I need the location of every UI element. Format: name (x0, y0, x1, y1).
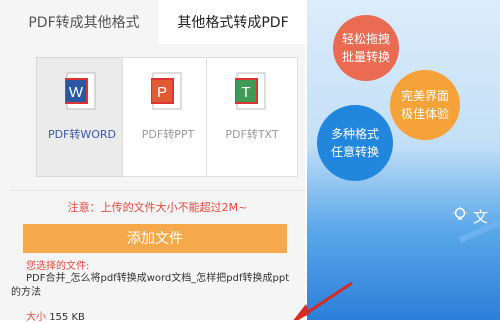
add-file-button[interactable]: 添加文件 (23, 224, 287, 253)
selected-file-label: 您选择的文件: (26, 261, 90, 272)
promo-bubble-ui: 完美界面 极佳体验 (390, 70, 460, 140)
divider (10, 190, 305, 191)
tile-label-ppt: PDF转PPT (141, 128, 195, 141)
tile-pdf-to-word[interactable]: W PDF转WORD (36, 57, 128, 177)
bubble2-line1: 完美界面 (400, 89, 449, 103)
tile-pdf-to-txt[interactable]: T PDF转TXT (206, 57, 298, 177)
bubble1-line2: 批量转换 (341, 50, 390, 64)
tab-other-to-pdf[interactable]: 其他格式转成PDF (160, 0, 306, 44)
ppt-doc-icon: P (151, 72, 182, 110)
upload-size-notice: 注意：上传的文件大小不能超过2M~ (67, 201, 248, 214)
tile-pdf-to-ppt[interactable]: P PDF转PPT (122, 57, 214, 177)
file-size-label: 大小 (26, 312, 46, 323)
bubble3-line1: 多种格式 (330, 127, 379, 141)
word-doc-icon: W (65, 72, 96, 110)
selected-file-name: PDF合并_怎么将pdf转换成word文档_怎样把pdf转换成ppt 的方法 (11, 272, 301, 300)
file-size-value: 155 KB (49, 312, 85, 323)
tile-label-word: PDF转WORD (47, 128, 117, 141)
file-name-line2: 的方法 (11, 287, 41, 298)
promo-banner: 轻松拖拽 批量转换 完美界面 极佳体验 多种格式 任意转换 文 (307, 0, 500, 320)
bubble1-line1: 轻松拖拽 (341, 32, 390, 46)
bubble2-line2: 极佳体验 (400, 107, 449, 121)
file-size: 大小 155 KB (26, 308, 85, 323)
file-name-line1: PDF合并_怎么将pdf转换成word文档_怎样把pdf转换成ppt (26, 273, 290, 284)
promo-partial-text: 文 (473, 208, 489, 226)
tile-label-txt: PDF转TXT (225, 128, 279, 141)
lightbulb-icon (453, 206, 467, 220)
converter-panel: PDF转成其他格式 其他格式转成PDF W PDF转WORD P PDF转PPT (0, 0, 306, 323)
txt-doc-icon: T (235, 72, 266, 110)
svg-text:T: T (241, 84, 250, 101)
promo-bubble-drag: 轻松拖拽 批量转换 (333, 15, 399, 81)
svg-text:W: W (69, 84, 84, 101)
promo-bubble-formats: 多种格式 任意转换 (317, 105, 393, 181)
tab-bar: PDF转成其他格式 其他格式转成PDF (10, 0, 306, 44)
bubble3-line2: 任意转换 (330, 145, 379, 159)
tab-pdf-to-other[interactable]: PDF转成其他格式 (10, 0, 158, 44)
svg-text:P: P (157, 84, 167, 101)
